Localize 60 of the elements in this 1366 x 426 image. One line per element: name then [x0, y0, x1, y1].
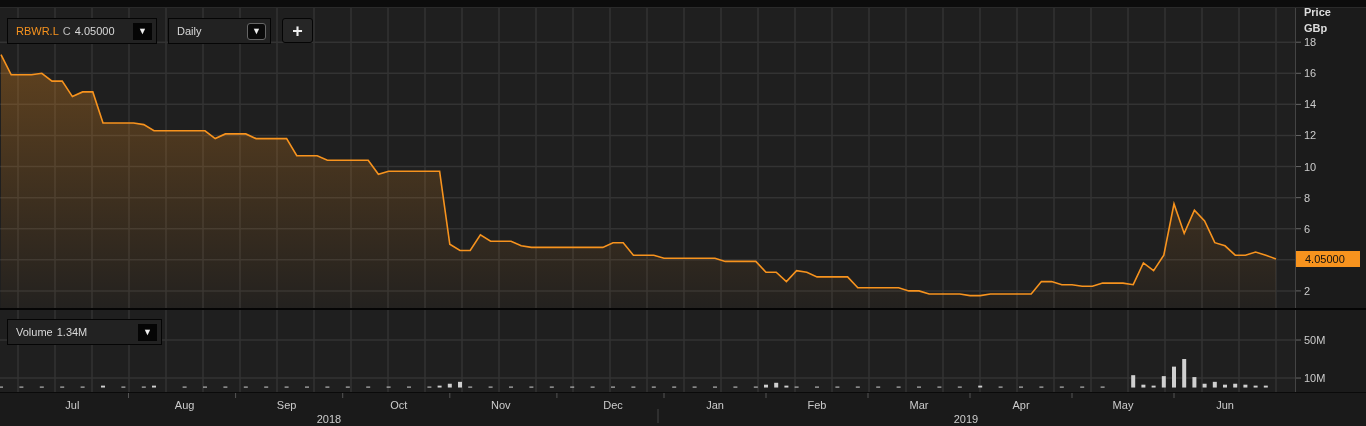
axis-label: 10M	[1304, 372, 1326, 385]
volume-bar	[1233, 383, 1238, 388]
volume-bar	[101, 385, 105, 388]
volume-bar	[1253, 385, 1258, 388]
axis-label: 2	[1304, 284, 1311, 297]
volume-bar	[978, 385, 983, 388]
volume-dropdown[interactable]: Volume 1.34M ▼	[7, 319, 162, 345]
add-button[interactable]: +	[282, 18, 313, 43]
volume-bar	[1192, 377, 1197, 388]
month-label: Aug	[174, 399, 195, 411]
axis-label: 16	[1304, 67, 1317, 80]
axis-label: 14	[1304, 98, 1317, 111]
axis-label: 18	[1304, 36, 1317, 49]
axis-title: Price	[1304, 6, 1331, 18]
volume-bar	[458, 381, 462, 388]
volume-value: 1.34M	[56, 326, 89, 338]
symbol-name: RBWR.L	[16, 25, 59, 37]
volume-bar	[1223, 384, 1227, 388]
month-label: Jan	[706, 399, 724, 411]
axis-label: 10	[1304, 160, 1317, 173]
volume-bar	[437, 385, 442, 388]
close-value: 4.05000	[74, 25, 116, 37]
month-label: Nov	[491, 399, 511, 411]
symbol-dropdown[interactable]: RBWR.L C 4.05000 ▼	[7, 18, 157, 44]
volume-bar	[152, 385, 156, 388]
month-label: Feb	[807, 399, 827, 411]
volume-bar	[1263, 385, 1268, 388]
last-price-badge: 4.05000	[1296, 251, 1360, 268]
volume-bar	[1212, 381, 1217, 388]
axis-label: 12	[1304, 129, 1317, 142]
year-label: 2019	[953, 413, 979, 425]
volume-bar	[1131, 375, 1136, 388]
volume-bar	[1182, 359, 1187, 388]
volume-label: Volume	[16, 326, 53, 338]
volume-bar	[1172, 366, 1176, 388]
volume-bar	[784, 385, 789, 388]
volume-bar	[1161, 376, 1166, 388]
interval-dropdown[interactable]: Daily ▼	[168, 18, 271, 44]
month-label: Apr	[1012, 399, 1030, 411]
volume-bar	[1202, 383, 1207, 388]
volume-bar	[447, 383, 452, 388]
close-label: C	[62, 25, 71, 37]
axis-label: 6	[1304, 222, 1311, 235]
axis-label: 8	[1304, 191, 1311, 204]
month-label: Mar	[909, 399, 929, 411]
month-label: Sep	[276, 399, 297, 411]
axis-label: 50M	[1304, 334, 1326, 347]
month-label: Oct	[390, 399, 408, 411]
month-label: Dec	[603, 399, 623, 411]
month-label: Jul	[65, 399, 80, 411]
volume-bar	[1151, 385, 1156, 388]
axis-title: GBp	[1304, 22, 1328, 34]
volume-bar	[1243, 384, 1248, 388]
volume-bar	[764, 384, 768, 388]
year-label: 2018	[316, 413, 342, 425]
month-label: Jun	[1216, 399, 1234, 411]
volume-bar	[774, 382, 779, 388]
month-label: May	[1112, 399, 1134, 411]
interval-value: Daily	[177, 25, 203, 37]
volume-bar	[1141, 384, 1146, 388]
